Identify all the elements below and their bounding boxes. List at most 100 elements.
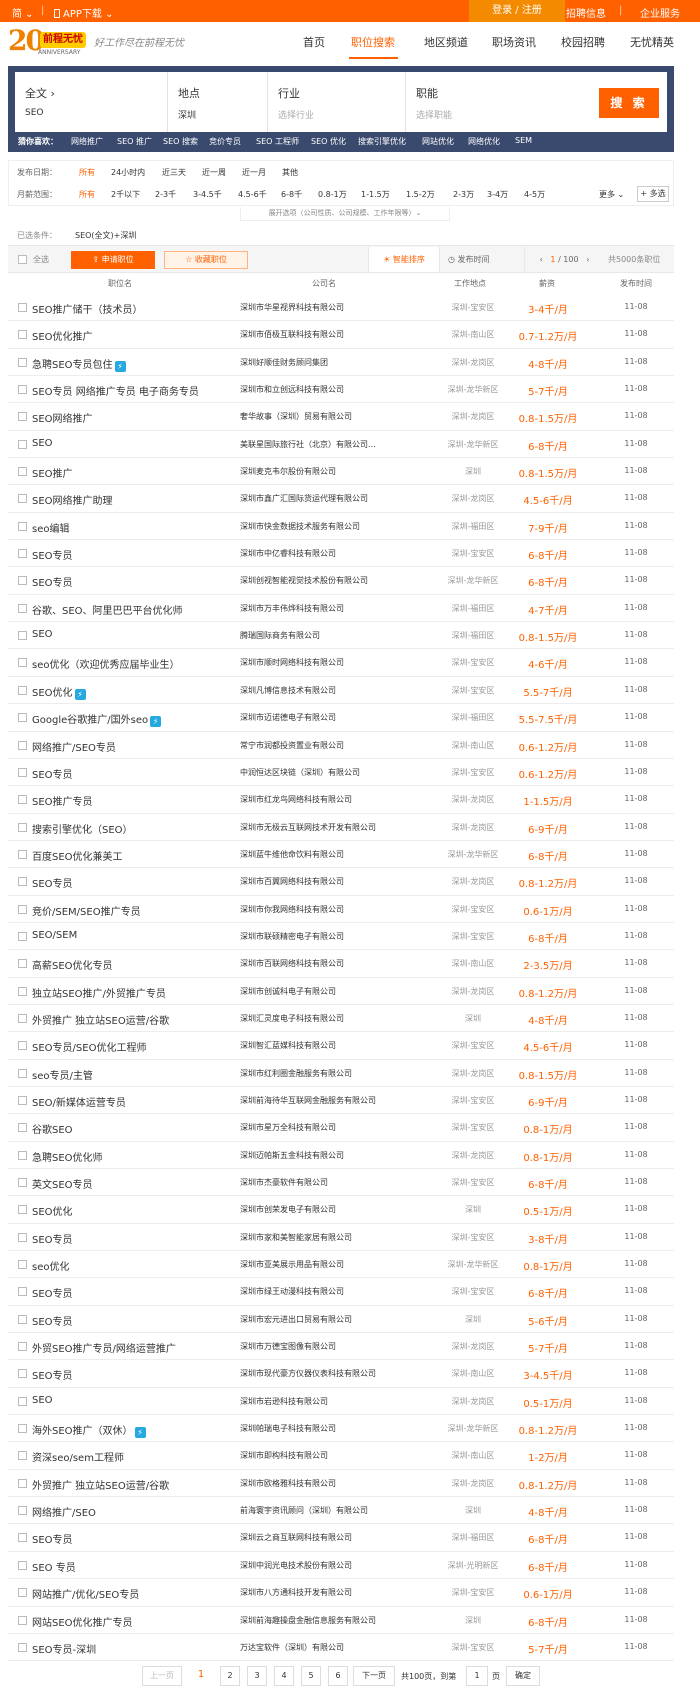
site-logo[interactable]: 20 前程无忧 ANNIVERSARY 好工作尽在前程无忧 bbox=[8, 26, 198, 58]
row-checkbox[interactable] bbox=[18, 412, 27, 422]
company-link[interactable]: 中润恒达区块链（深圳）有限公司 bbox=[240, 767, 405, 778]
favorite-job-button[interactable]: ☆ 收藏职位 bbox=[164, 251, 248, 269]
company-link[interactable]: 深圳市万丰伟烨科技有限公司 bbox=[240, 603, 405, 614]
keyword-field[interactable]: 全文 › SEO bbox=[15, 72, 167, 132]
table-row[interactable]: SEO专员 深圳市现代豪方仪器仪表科技有限公司 深圳-南山区 3-4.5千/月 11-0… bbox=[8, 1360, 674, 1388]
company-link[interactable]: 深圳市百联网络科技有限公司 bbox=[240, 958, 405, 969]
guess-keyword[interactable]: 网络推广 bbox=[71, 136, 103, 147]
table-row[interactable]: SEO 美联星国际旅行社（北京）有限公司... 深圳-龙华新区 6-8千/月 11-08 bbox=[8, 431, 674, 459]
table-row[interactable]: 搜索引擎优化（SEO） 深圳市无极云互联网技术开发有限公司 深圳-龙岗区 6-9千/月… bbox=[8, 814, 674, 841]
function-field[interactable]: 职能 选择职能 bbox=[405, 72, 585, 132]
row-checkbox[interactable] bbox=[18, 357, 27, 367]
job-title-link[interactable]: SEO专员 bbox=[32, 547, 73, 562]
company-link[interactable]: 深圳帕瑞电子科技有限公司 bbox=[240, 1423, 405, 1434]
job-title-link[interactable]: 资深seo/sem工程师 bbox=[32, 1449, 124, 1464]
table-row[interactable]: seo编辑 深圳市快金数据技术服务有限公司 深圳-福田区 7-9千/月 11-08 bbox=[8, 513, 674, 541]
row-checkbox[interactable] bbox=[18, 959, 27, 969]
company-link[interactable]: 深圳市迈诺德电子有限公司 bbox=[240, 712, 405, 723]
date-option[interactable]: 近三天 bbox=[162, 167, 186, 178]
job-title-link[interactable]: 百度SEO优化兼美工 bbox=[32, 848, 123, 863]
company-link[interactable]: 深圳市快金数据技术服务有限公司 bbox=[240, 521, 405, 532]
salary-option[interactable]: 4.5-6千 bbox=[238, 189, 267, 200]
salary-option[interactable]: 3-4.5千 bbox=[193, 189, 222, 200]
company-link[interactable]: 深圳智汇蓝媒科技有限公司 bbox=[240, 1040, 405, 1051]
table-row[interactable]: 谷歌、SEO、阿里巴巴平台优化师 深圳市万丰伟烨科技有限公司 深圳-福田区 4-7千/… bbox=[8, 595, 674, 623]
company-link[interactable]: 深圳市华星视界科技有限公司 bbox=[240, 302, 405, 313]
job-title-link[interactable]: 急聘SEO优化师 bbox=[32, 1149, 103, 1164]
row-checkbox[interactable] bbox=[18, 1396, 27, 1406]
job-title-link[interactable]: seo优化（欢迎优秀应届毕业生） bbox=[32, 656, 179, 671]
job-title-link[interactable]: SEO 专员 bbox=[32, 1559, 76, 1574]
salary-option[interactable]: 0.8-1万 bbox=[318, 189, 347, 200]
company-link[interactable]: 常宁市润都投资置业有限公司 bbox=[240, 740, 405, 751]
nav-elite[interactable]: 无忧精英 bbox=[630, 34, 674, 50]
row-checkbox[interactable] bbox=[18, 1478, 27, 1488]
row-checkbox[interactable] bbox=[18, 1095, 27, 1105]
company-link[interactable]: 深圳市万德宝图像有限公司 bbox=[240, 1341, 405, 1352]
company-link[interactable]: 深圳创视智能视觉技术股份有限公司 bbox=[240, 575, 405, 586]
row-checkbox[interactable] bbox=[18, 1041, 27, 1051]
company-link[interactable]: 深圳中润光电技术股份有限公司 bbox=[240, 1560, 405, 1571]
guess-keyword[interactable]: SEO 工程师 bbox=[256, 136, 299, 147]
job-title-link[interactable]: 网络推广/SEO专员 bbox=[32, 739, 116, 754]
company-link[interactable]: 深圳市创诚科电子有限公司 bbox=[240, 986, 405, 997]
row-checkbox[interactable] bbox=[18, 1232, 27, 1242]
job-title-link[interactable]: SEO/新媒体运营专员 bbox=[32, 1094, 126, 1109]
company-link[interactable]: 深圳市宏元进出口贸易有限公司 bbox=[240, 1314, 405, 1325]
row-checkbox[interactable] bbox=[18, 1451, 27, 1461]
company-link[interactable]: 深圳市即构科技有限公司 bbox=[240, 1450, 405, 1461]
company-link[interactable]: 深圳市亚美展示用品有限公司 bbox=[240, 1259, 405, 1270]
more-options-button[interactable]: 更多 ⌄ bbox=[599, 189, 624, 200]
job-title-link[interactable]: 谷歌、SEO、阿里巴巴平台优化师 bbox=[32, 602, 183, 617]
row-checkbox[interactable] bbox=[18, 1642, 27, 1652]
page-number[interactable]: 5 bbox=[301, 1666, 321, 1686]
select-all-label[interactable]: 全选 bbox=[33, 254, 49, 265]
table-row[interactable]: 急聘SEO优化师 深圳迈帕斯五金科技有限公司 深圳-龙岗区 0.8-1万/月 11-08 bbox=[8, 1142, 674, 1169]
multi-select-button[interactable]: + 多选 bbox=[637, 186, 669, 202]
job-title-link[interactable]: 网站SEO优化推广专员 bbox=[32, 1614, 133, 1629]
job-title-link[interactable]: 网站推广/优化/SEO专员 bbox=[32, 1586, 139, 1601]
table-row[interactable]: 谷歌SEO 深圳市星万全科技有限公司 深圳-宝安区 0.8-1万/月 11-08 bbox=[8, 1114, 674, 1142]
table-row[interactable]: 高薪SEO优化专员 深圳市百联网络科技有限公司 深圳-南山区 2-3.5万/月 11-0… bbox=[8, 950, 674, 978]
table-row[interactable]: SEO专员 深圳市宏元进出口贸易有限公司 深圳 5-6千/月 11-08 bbox=[8, 1306, 674, 1334]
job-title-link[interactable]: SEO推广专员 bbox=[32, 793, 93, 808]
company-link[interactable]: 深圳前海趣操盘金融信息服务有限公司 bbox=[240, 1615, 405, 1626]
search-button[interactable]: 搜 索 bbox=[599, 88, 659, 118]
table-row[interactable]: 网站SEO优化推广专员 深圳前海趣操盘金融信息服务有限公司 深圳 6-8千/月 11-0… bbox=[8, 1607, 674, 1634]
location-field[interactable]: 地点 深圳 bbox=[167, 72, 267, 132]
page-number-current[interactable]: 1 bbox=[192, 1666, 210, 1686]
table-row[interactable]: SEO专员 中润恒达区块链（深圳）有限公司 深圳-宝安区 0.6-1.2万/月 11-0… bbox=[8, 759, 674, 787]
goto-page-input[interactable]: 1 bbox=[466, 1666, 488, 1686]
job-title-link[interactable]: 搜索引擎优化（SEO） bbox=[32, 821, 133, 836]
table-row[interactable]: 英文SEO专员 深圳市杰豪软件有限公司 深圳-宝安区 6-8千/月 11-08 bbox=[8, 1169, 674, 1197]
table-row[interactable]: SEO专员-深圳 万达宝软件（深圳）有限公司 深圳-宝安区 5-7千/月 11-08 bbox=[8, 1634, 674, 1662]
company-link[interactable]: 深圳市欧格雅科技有限公司 bbox=[240, 1478, 405, 1489]
guess-keyword[interactable]: SEO 优化 bbox=[311, 136, 346, 147]
industry-placeholder[interactable]: 选择行业 bbox=[278, 108, 314, 121]
nav-home[interactable]: 首页 bbox=[303, 34, 325, 50]
job-title-link[interactable]: 外贸推广 独立站SEO运营/谷歌 bbox=[32, 1477, 169, 1492]
company-link[interactable]: 深圳市你我网络科技有限公司 bbox=[240, 904, 405, 915]
job-title-link[interactable]: SEO专员 bbox=[32, 1313, 73, 1328]
job-title-link[interactable]: Google谷歌推广/国外seo ⚡ bbox=[32, 711, 162, 728]
row-checkbox[interactable] bbox=[18, 1424, 27, 1434]
guess-keyword[interactable]: SEO 搜索 bbox=[163, 136, 198, 147]
table-row[interactable]: seo优化（欢迎优秀应届毕业生） 深圳市顺时网络科技有限公司 深圳-宝安区 4-6千/… bbox=[8, 649, 674, 677]
keyword-value[interactable]: SEO bbox=[25, 108, 43, 118]
company-link[interactable]: 前海寰宇资讯顾问（深圳）有限公司 bbox=[240, 1505, 405, 1516]
job-title-link[interactable]: SEO专员 bbox=[32, 766, 73, 781]
row-checkbox[interactable] bbox=[18, 767, 27, 777]
job-title-link[interactable]: SEO推广 bbox=[32, 465, 73, 480]
company-link[interactable]: 腾瑞国际商务有限公司 bbox=[240, 630, 405, 641]
job-title-link[interactable]: 独立站SEO推广/外贸推广专员 bbox=[32, 985, 166, 1000]
company-link[interactable]: 深圳市八方通科技开发有限公司 bbox=[240, 1587, 405, 1598]
guess-keyword[interactable]: 搜索引擎优化 bbox=[358, 136, 406, 147]
table-row[interactable]: 外贸推广 独立站SEO运营/谷歌 深圳汇灵度电子科技有限公司 深圳 4-8千/月 11-… bbox=[8, 1005, 674, 1033]
job-title-link[interactable]: SEO专员 bbox=[32, 1531, 73, 1546]
row-checkbox[interactable] bbox=[18, 1260, 27, 1270]
guess-keyword[interactable]: 网站优化 bbox=[422, 136, 454, 147]
company-link[interactable]: 奢华故事（深圳）贸易有限公司 bbox=[240, 411, 405, 422]
row-checkbox[interactable] bbox=[18, 1287, 27, 1297]
table-row[interactable]: SEO 深圳市岩逊科技有限公司 深圳-龙岗区 0.5-1万/月 11-08 bbox=[8, 1388, 674, 1416]
job-title-link[interactable]: SEO网络推广助理 bbox=[32, 492, 113, 507]
